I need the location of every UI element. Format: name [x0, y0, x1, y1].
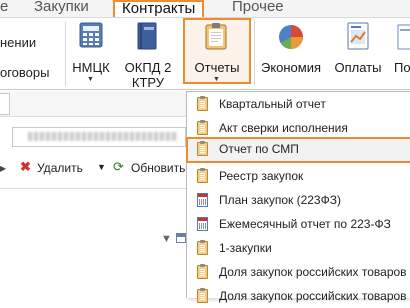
calendar-icon[interactable] — [176, 233, 186, 243]
menu-item-label: 1-закупки — [219, 241, 272, 255]
clipboard-icon — [197, 288, 208, 303]
menu-item-label: План закупок (223ФЗ) — [219, 193, 341, 207]
menu-item-smp-report[interactable]: Отчет по СМП — [186, 137, 410, 163]
grid-toolbar: ▸ ✖ Удалить ▼ ⟳ Обновить — [0, 156, 186, 180]
menu-item-russian-goods-share-2[interactable]: Доля закупок российских товаров — [187, 284, 410, 308]
clipboard-icon — [205, 23, 227, 50]
chevron-down-icon: ▼ — [213, 76, 220, 83]
calendar-icon — [197, 217, 208, 231]
menu-item-label: Отчет по СМП — [219, 142, 299, 156]
toolbar-dropdown-arrow[interactable]: ▸ — [0, 161, 6, 175]
ribbon-separator — [254, 21, 255, 85]
refresh-icon: ⟳ — [113, 159, 124, 174]
okpd-ktru-button[interactable]: ОКПД 2 КТРУ — [120, 20, 176, 90]
clipboard-icon — [197, 168, 208, 183]
chevron-down-icon[interactable]: ▼ — [97, 162, 106, 172]
book-icon — [137, 22, 157, 50]
menu-item-1-purchases[interactable]: 1-закупки — [187, 236, 410, 260]
ribbon-left-label-1[interactable]: нении — [0, 35, 36, 50]
calendar-icon — [197, 193, 208, 207]
data-grid — [0, 188, 186, 298]
menu-tab-bar: е Закупки Контракты Прочее — [0, 0, 410, 17]
clipboard-icon — [197, 141, 208, 156]
menu-item-russian-goods-share-1[interactable]: Доля закупок российских товаров — [187, 260, 410, 284]
economy-button[interactable]: Экономия — [257, 20, 325, 84]
pie-chart-icon — [279, 25, 303, 49]
menu-item-label: Квартальный отчет — [219, 97, 326, 111]
tab-purchases[interactable]: Закупки — [34, 0, 89, 17]
reports-dropdown-menu: Квартальный отчет Акт сверки исполнения … — [186, 91, 410, 303]
ribbon-separator — [65, 22, 66, 86]
chart-document-icon — [347, 22, 369, 50]
clipboard-icon — [197, 120, 208, 135]
refresh-button[interactable]: Обновить — [131, 161, 185, 175]
economy-label: Экономия — [260, 60, 322, 75]
delete-icon: ✖ — [20, 159, 31, 174]
menu-item-label: Доля закупок российских товаров — [219, 265, 407, 279]
document-tab-strip — [0, 91, 186, 117]
filter-icon[interactable]: ▼ — [161, 233, 172, 245]
delete-button[interactable]: Удалить — [37, 161, 83, 175]
clipboard-icon — [197, 264, 208, 279]
menu-item-purchase-plan-223[interactable]: План закупок (223ФЗ) — [187, 188, 410, 212]
okpd-ktru-label: ОКПД 2 КТРУ — [124, 60, 172, 90]
menu-item-label: Реестр закупок — [219, 169, 304, 183]
tab-other[interactable]: Прочее — [232, 0, 284, 17]
ribbon-left-label-2[interactable]: оговоры — [0, 65, 49, 80]
payments-button[interactable]: Оплаты — [330, 20, 386, 84]
nmck-button[interactable]: НМЦК ▼ — [70, 20, 112, 88]
menu-item-quarterly-report[interactable]: Квартальный отчет — [187, 92, 410, 116]
tab-partial[interactable]: е — [0, 0, 8, 17]
nmck-label: НМЦК — [72, 60, 110, 75]
partial-ribbon-button[interactable]: По — [394, 20, 410, 84]
reports-button[interactable]: Отчеты ▼ — [185, 20, 249, 84]
document-icon — [397, 24, 410, 50]
clipboard-icon — [197, 96, 208, 111]
menu-item-monthly-report-223[interactable]: Ежемесячный отчет по 223-ФЗ — [187, 212, 410, 236]
menu-item-label: Доля закупок российских товаров — [219, 289, 407, 303]
document-tab[interactable] — [0, 93, 10, 115]
reports-label: Отчеты — [194, 60, 240, 75]
chevron-down-icon: ▼ — [87, 76, 94, 83]
calculator-icon — [79, 22, 103, 48]
payments-label: Оплаты — [334, 60, 382, 75]
clipboard-icon — [197, 240, 208, 255]
menu-item-label: Ежемесячный отчет по 223-ФЗ — [219, 217, 391, 231]
partial-ribbon-label: По — [394, 60, 410, 75]
blurred-path-text — [28, 132, 178, 141]
tab-contracts[interactable]: Контракты — [113, 0, 205, 17]
menu-item-purchase-registry[interactable]: Реестр закупок — [187, 164, 410, 188]
